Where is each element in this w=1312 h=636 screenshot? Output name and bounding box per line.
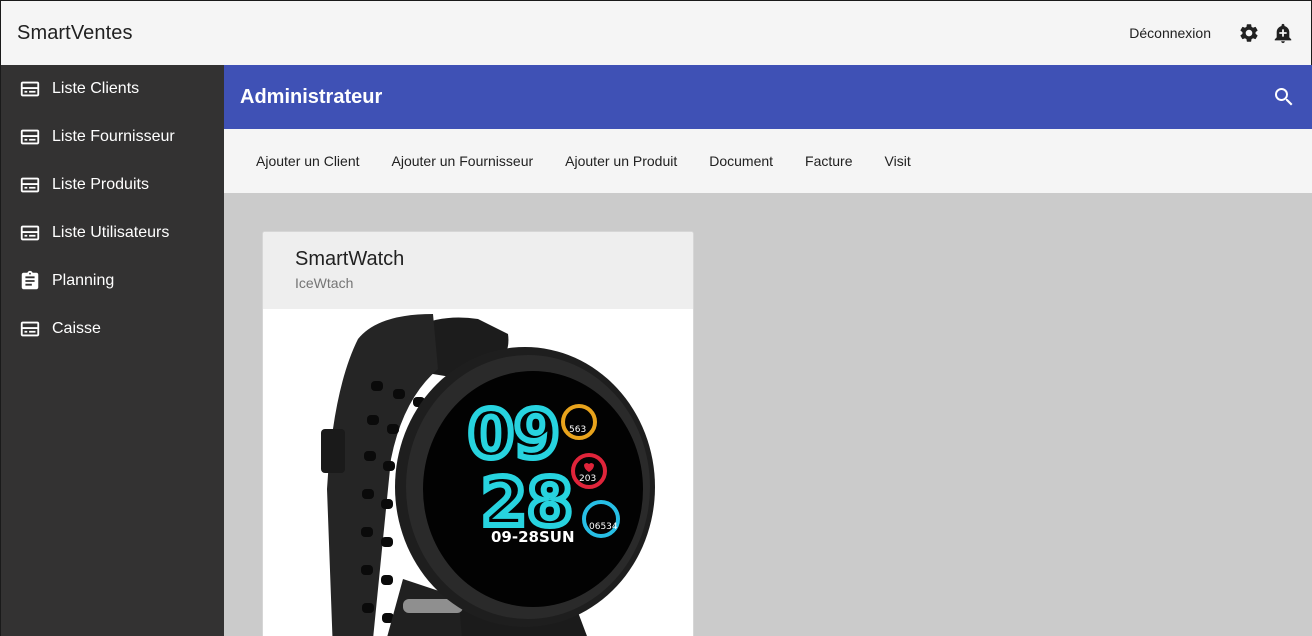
watch-heart-rate: 203 [579,474,596,484]
search-icon[interactable] [1272,85,1296,109]
watch-hour: 09 [468,396,560,473]
product-title: SmartWatch [295,248,405,270]
topbar-actions: Déconnexion [1129,21,1295,45]
sidebar-item-liste-produits[interactable]: Liste Produits [1,161,224,209]
action-tabs: Ajouter un Client Ajouter un Fournisseur… [224,129,1312,193]
notification-add-icon[interactable] [1271,21,1295,45]
list-icon [19,78,41,100]
sidebar-item-liste-utilisateurs[interactable]: Liste Utilisateurs [1,209,224,257]
logout-button[interactable]: Déconnexion [1129,25,1211,41]
page-title: Administrateur [240,85,383,108]
gear-icon[interactable] [1237,21,1261,45]
watch-calories: 563 [569,425,586,435]
app-title: SmartVentes [17,21,133,44]
smartwatch-image: 09 28 09-28 SUN 563 203 06534 [321,314,655,636]
product-subtitle: IceWtach [295,275,354,291]
sidebar-item-label: Liste Fournisseur [52,128,175,145]
tab-ajouter-produit[interactable]: Ajouter un Produit [549,143,693,179]
top-app-bar: SmartVentes Déconnexion [0,0,1312,65]
tab-visit[interactable]: Visit [869,143,927,179]
tab-document[interactable]: Document [693,143,789,179]
watch-day: SUN [539,528,575,546]
product-image: 09 28 09-28 SUN 563 203 06534 [263,309,693,636]
sidebar-item-label: Liste Clients [52,80,140,97]
sidebar-item-label: Liste Utilisateurs [52,224,170,241]
product-card-header: SmartWatch IceWtach [263,232,693,309]
sidebar-item-label: Planning [52,272,115,289]
list-icon [19,126,41,148]
sidebar: Liste Clients Liste Fournisseur Liste Pr… [0,65,224,636]
sidebar-item-caisse[interactable]: Caisse [1,305,224,353]
sidebar-item-label: Caisse [52,320,101,337]
clipboard-icon [19,270,41,292]
list-icon [19,222,41,244]
page-header: Administrateur [224,65,1312,129]
sidebar-item-liste-fournisseur[interactable]: Liste Fournisseur [1,113,224,161]
tab-ajouter-fournisseur[interactable]: Ajouter un Fournisseur [376,143,550,179]
watch-steps: 06534 [589,522,618,532]
list-icon [19,174,41,196]
list-icon [19,318,41,340]
sidebar-item-planning[interactable]: Planning [1,257,224,305]
sidebar-item-label: Liste Produits [52,176,149,193]
tab-facture[interactable]: Facture [789,143,868,179]
watch-date: 09-28 [491,528,539,546]
sidebar-item-liste-clients[interactable]: Liste Clients [1,65,224,113]
product-card[interactable]: SmartWatch IceWtach 09 28 09-28 SUN 563 … [262,231,694,636]
tab-ajouter-client[interactable]: Ajouter un Client [240,143,376,179]
